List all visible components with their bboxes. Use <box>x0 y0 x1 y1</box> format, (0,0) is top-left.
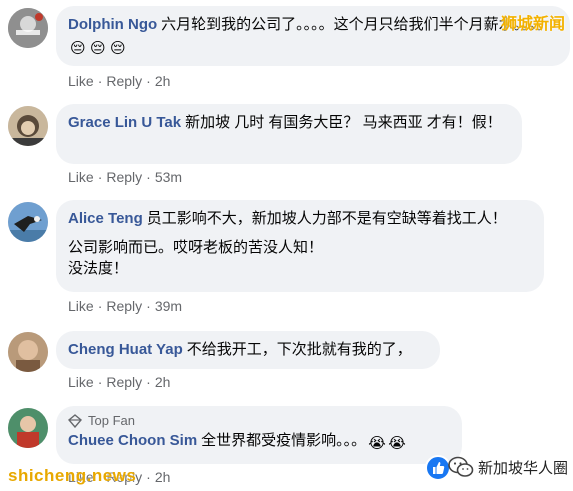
like-link[interactable]: Like <box>68 169 94 185</box>
watermark-top-right: 狮城新闻 <box>500 16 565 33</box>
commenter-name[interactable]: Chuee Choon Sim <box>68 432 197 449</box>
separator: · <box>146 169 151 185</box>
timestamp[interactable]: 2h <box>155 469 171 485</box>
top-fan-icon <box>68 414 82 428</box>
timestamp[interactable]: 39m <box>155 298 182 314</box>
separator: · <box>97 298 103 314</box>
separator: · <box>97 73 103 89</box>
top-fan-label: Top Fan <box>88 413 135 428</box>
reply-link[interactable]: Reply <box>106 298 142 314</box>
like-link[interactable]: Like <box>68 298 94 314</box>
avatar[interactable] <box>8 106 48 146</box>
top-fan-badge: Top Fan <box>68 412 450 430</box>
crying-face-icon: 😭 <box>388 435 406 452</box>
watermark-bottom-right: 新加坡华人圈 <box>448 453 568 481</box>
avatar[interactable] <box>8 202 48 242</box>
comment-actions: Like · Reply · 53m <box>68 168 182 186</box>
comment-text: 员工影响不大，新加坡人力部不是有空缺等着找工人！ <box>146 210 507 227</box>
wechat-icon <box>448 456 474 477</box>
comment-text: 公司影响而已。哎呀老板的苦没人知！ 没法度！ <box>68 239 324 277</box>
timestamp[interactable]: 53m <box>155 169 182 185</box>
commenter-name[interactable]: Cheng Huat Yap <box>68 341 183 358</box>
comment-actions: Like · Reply · 2h <box>68 72 170 90</box>
avatar[interactable] <box>8 8 48 48</box>
separator: · <box>146 73 151 89</box>
comment-bubble: Dolphin Ngo 六月轮到我的公司了。。。。这个月只给我们半个月薪水。。。。… <box>56 6 570 66</box>
like-link[interactable]: Like <box>68 73 94 89</box>
watermark-bottom-right-text: 新加坡华人圈 <box>478 459 569 477</box>
commenter-name[interactable]: Grace Lin U Tak <box>68 114 181 131</box>
commenter-name[interactable]: Dolphin Ngo <box>68 16 157 33</box>
crying-face-icon: 😭 <box>368 435 386 452</box>
watermark-bottom-left: shicheng.news <box>8 466 137 485</box>
separator: · <box>97 374 103 390</box>
comment-bubble: Grace Lin U Tak 新加坡 几时 有国务大臣？ 马来西亚 才有！假！ <box>56 104 522 164</box>
separator: · <box>97 169 103 185</box>
comment-text: 六月轮到我的公司了。。。。这个月只给我们半个月薪水。。。。 <box>161 16 552 33</box>
comment-actions: Like · Reply · 2h <box>68 373 170 391</box>
avatar[interactable] <box>8 332 48 372</box>
reply-link[interactable]: Reply <box>106 73 142 89</box>
pensive-face-icon: 😔 <box>90 40 106 57</box>
reply-link[interactable]: Reply <box>106 169 142 185</box>
comment-bubble: Alice Teng 员工影响不大，新加坡人力部不是有空缺等着找工人！ 公司影响而… <box>56 200 544 292</box>
timestamp[interactable]: 2h <box>155 73 171 89</box>
comment-text: 新加坡 几时 有国务大臣？ 马来西亚 才有！假！ <box>185 114 502 131</box>
separator: · <box>146 469 151 485</box>
reply-link[interactable]: Reply <box>106 374 142 390</box>
comment-bubble: Top Fan Chuee Choon Sim 全世界都受疫情影响。。。 😭 😭 <box>56 406 462 464</box>
comment-bubble: Cheng Huat Yap 不给我开工，下次批就有我的了， <box>56 331 440 369</box>
comment-text: 不给我开工，下次批就有我的了， <box>186 341 412 358</box>
pensive-face-icon: 😔 <box>70 40 86 57</box>
timestamp[interactable]: 2h <box>155 374 171 390</box>
pensive-face-icon: 😔 <box>110 40 126 57</box>
avatar[interactable] <box>8 408 48 448</box>
comment-actions: Like · Reply · 39m <box>68 297 182 315</box>
separator: · <box>146 298 151 314</box>
comment-text: 全世界都受疫情影响。。。 <box>201 432 367 449</box>
commenter-name[interactable]: Alice Teng <box>68 210 143 227</box>
separator: · <box>146 374 151 390</box>
like-link[interactable]: Like <box>68 374 94 390</box>
